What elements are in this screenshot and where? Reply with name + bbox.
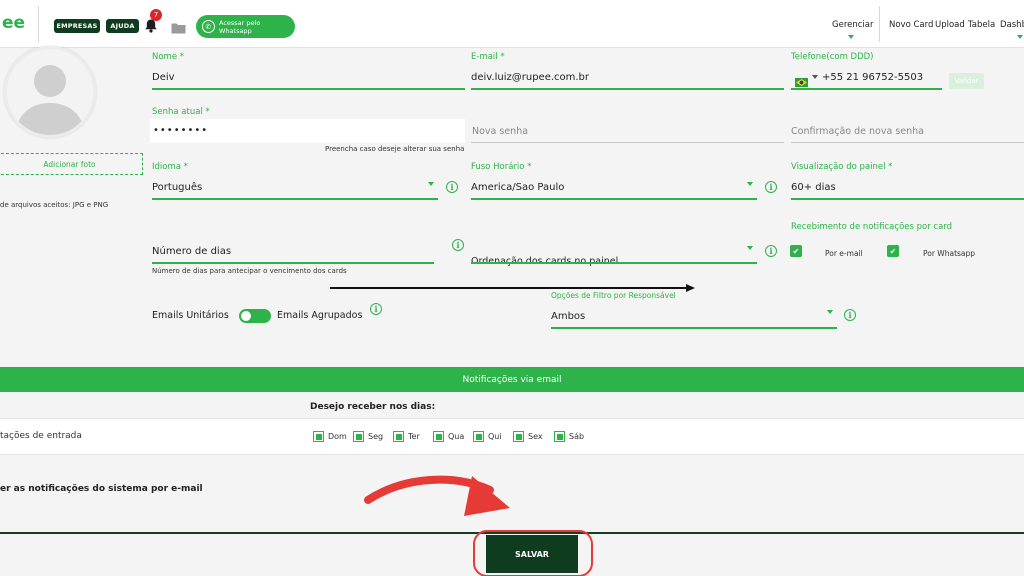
empresas-button[interactable]: EMPRESAS — [54, 19, 100, 33]
weekday-checkbox-6[interactable] — [554, 431, 565, 442]
timezone-label: Fuso Horário * — [471, 162, 532, 172]
emails-grouped-label: Emails Agrupados — [277, 310, 363, 321]
email-notification-checkbox[interactable]: ✔ — [790, 245, 802, 257]
weekday-checkbox-2[interactable] — [393, 431, 404, 442]
language-info-icon[interactable]: i — [446, 181, 458, 193]
timezone-underline — [471, 198, 757, 200]
logo[interactable]: ee — [2, 13, 25, 33]
folder-icon[interactable] — [171, 19, 186, 34]
weekday-row — [0, 418, 1024, 455]
confirm-password-input[interactable]: Confirmação de nova senha — [791, 126, 924, 137]
weekday-checkbox-0[interactable] — [313, 431, 324, 442]
filter-info-icon[interactable]: i — [844, 309, 856, 321]
emails-unitary-label: Emails Unitários — [152, 310, 229, 321]
whatsapp-notification-checkbox[interactable]: ✔ — [887, 245, 899, 257]
language-underline — [152, 198, 438, 200]
add-photo-button[interactable]: Adicionar foto — [0, 153, 143, 175]
country-chevron-down-icon[interactable] — [812, 75, 818, 79]
gerenciar-chevron-down-icon[interactable] — [848, 35, 854, 39]
weekday-checkbox-5[interactable] — [513, 431, 524, 442]
check-icon: ✔ — [792, 246, 800, 256]
validate-button[interactable]: Validar — [949, 73, 984, 89]
timezone-info-icon[interactable]: i — [765, 181, 777, 193]
nav-divider — [879, 6, 880, 42]
whatsapp-access-button[interactable]: ✆ Acessar pelo Whatsapp — [196, 15, 295, 38]
emails-info-icon[interactable]: i — [370, 303, 382, 315]
name-label: Nome * — [152, 52, 185, 62]
language-chevron-down-icon[interactable] — [428, 182, 434, 186]
phone-input[interactable]: +55 21 96752-5503 — [822, 72, 923, 83]
dashboard-chevron-down-icon[interactable] — [1017, 35, 1023, 39]
notification-badge: 7 — [150, 9, 162, 21]
email-notifications-banner: Notificações via email — [0, 367, 1024, 392]
new-password-underline — [471, 142, 784, 143]
email-underline — [471, 88, 784, 90]
filter-label: Opções de Filtro por Responsável — [551, 291, 676, 300]
password-hint: Preencha caso deseje alterar sua senha — [325, 145, 465, 153]
filter-chevron-down-icon[interactable] — [827, 310, 833, 314]
whatsapp-notification-label: Por Whatsapp — [923, 249, 976, 258]
nav-dashboard[interactable]: Dashb — [1000, 20, 1024, 30]
top-header: ee EMPRESAS AJUDA 7 ✆ Acessar pelo Whats… — [0, 0, 1024, 48]
filter-select[interactable]: Ambos — [551, 311, 585, 322]
weekday-label-3: Qua — [448, 432, 465, 441]
weekday-row-label: tações de entrada — [0, 431, 82, 441]
phone-label: Telefone(com DDD) — [791, 52, 874, 62]
new-password-input[interactable]: Nova senha — [472, 126, 528, 137]
days-hint: Número de dias para antecipar o vencimen… — [152, 267, 347, 275]
emails-grouping-toggle[interactable] — [239, 309, 271, 323]
language-select[interactable]: Português — [152, 182, 202, 193]
filter-underline — [551, 327, 837, 329]
current-password-input[interactable]: •••••••• — [153, 125, 208, 136]
name-underline — [152, 88, 465, 90]
save-highlight-ring — [473, 530, 593, 576]
email-notification-label: Por e-mail — [825, 249, 863, 258]
weekday-label-5: Sex — [528, 432, 543, 441]
header-divider — [38, 6, 39, 42]
nav-tabela[interactable]: Tabela — [968, 20, 995, 30]
user-silhouette-icon — [15, 65, 85, 135]
card-order-underline — [471, 262, 757, 264]
weekday-label-2: Ter — [408, 432, 420, 441]
email-input[interactable]: deiv.luiz@rupee.com.br — [471, 72, 589, 83]
nav-novo-card[interactable]: Novo Card — [889, 20, 933, 30]
email-label: E-mail * — [471, 52, 505, 62]
panel-view-label: Visualização do painel * — [791, 162, 893, 172]
nav-upload[interactable]: Upload — [935, 20, 965, 30]
file-types-text: de arquivos aceitos: JPG e PNG — [0, 201, 109, 209]
weekday-label-4: Qui — [488, 432, 502, 441]
days-input[interactable]: Número de dias — [152, 246, 231, 257]
panel-view-underline — [791, 198, 1024, 200]
weekday-checkbox-4[interactable] — [473, 431, 484, 442]
name-input[interactable]: Deiv — [152, 72, 175, 83]
weekday-label-6: Sáb — [569, 432, 585, 441]
timezone-select[interactable]: America/Sao Paulo — [471, 182, 564, 193]
receive-days-heading: Desejo receber nos dias: — [310, 402, 436, 412]
confirm-password-underline — [791, 142, 1024, 143]
avatar[interactable] — [4, 46, 96, 138]
current-password-label: Senha atual * — [152, 107, 210, 117]
timezone-chevron-down-icon[interactable] — [747, 182, 753, 186]
weekday-checkbox-1[interactable] — [353, 431, 364, 442]
weekday-checkbox-3[interactable] — [433, 431, 444, 442]
system-notifications-text: er as notificações do sistema por e-mail — [0, 484, 203, 494]
weekday-label-1: Seg — [368, 432, 384, 441]
weekday-label-0: Dom — [328, 432, 347, 441]
phone-underline — [791, 88, 942, 90]
panel-view-select[interactable]: 60+ dias — [791, 182, 836, 193]
card-notifications-label: Recebimento de notificações por card — [791, 222, 953, 232]
days-underline — [152, 262, 434, 264]
card-order-info-icon[interactable]: i — [765, 245, 777, 257]
language-label: Idioma * — [152, 162, 188, 172]
ajuda-button[interactable]: AJUDA — [106, 19, 139, 33]
nav-gerenciar[interactable]: Gerenciar — [832, 20, 873, 30]
check-icon: ✔ — [889, 246, 897, 256]
whatsapp-icon: ✆ — [202, 20, 215, 33]
brazil-flag-icon[interactable] — [795, 72, 808, 87]
days-info-icon[interactable]: i — [452, 239, 464, 251]
card-order-chevron-down-icon[interactable] — [747, 246, 753, 250]
annotation-curved-arrow — [364, 475, 510, 516]
